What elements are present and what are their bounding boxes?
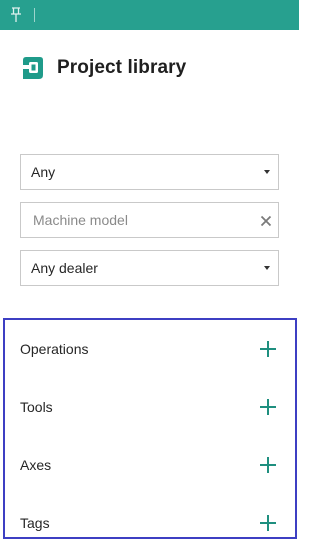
filter-panel: Operations Tools Axes Tags (3, 318, 297, 539)
filter-label: Axes (20, 457, 52, 473)
page-title: Project library (57, 57, 187, 78)
title-bar (0, 0, 299, 30)
plus-icon[interactable] (260, 457, 276, 473)
filter-label: Tools (20, 399, 53, 415)
pin-icon[interactable] (9, 7, 23, 23)
plus-icon[interactable] (260, 515, 276, 531)
machine-model-input[interactable] (21, 203, 260, 237)
filter-label: Operations (20, 341, 89, 357)
dealer-select[interactable]: Any dealer (20, 250, 279, 286)
filter-label: Tags (20, 515, 50, 531)
dealer-select-value: Any dealer (31, 260, 98, 276)
filter-row-tags[interactable]: Tags (5, 494, 295, 552)
plus-icon[interactable] (260, 399, 276, 415)
dropdown-caret-icon (264, 170, 270, 174)
plus-icon[interactable] (260, 341, 276, 357)
filter-row-axes[interactable]: Axes (5, 436, 295, 494)
toolbar-divider (34, 8, 35, 22)
clear-icon[interactable] (260, 214, 272, 227)
filter-row-operations[interactable]: Operations (5, 320, 295, 378)
dropdown-caret-icon (264, 266, 270, 270)
page-header: Project library (20, 54, 186, 82)
library-logo-icon (20, 55, 46, 81)
machine-model-field[interactable] (20, 202, 279, 238)
filter-row-tools[interactable]: Tools (5, 378, 295, 436)
status-select-value: Any (31, 164, 56, 180)
status-select[interactable]: Any (20, 154, 279, 190)
